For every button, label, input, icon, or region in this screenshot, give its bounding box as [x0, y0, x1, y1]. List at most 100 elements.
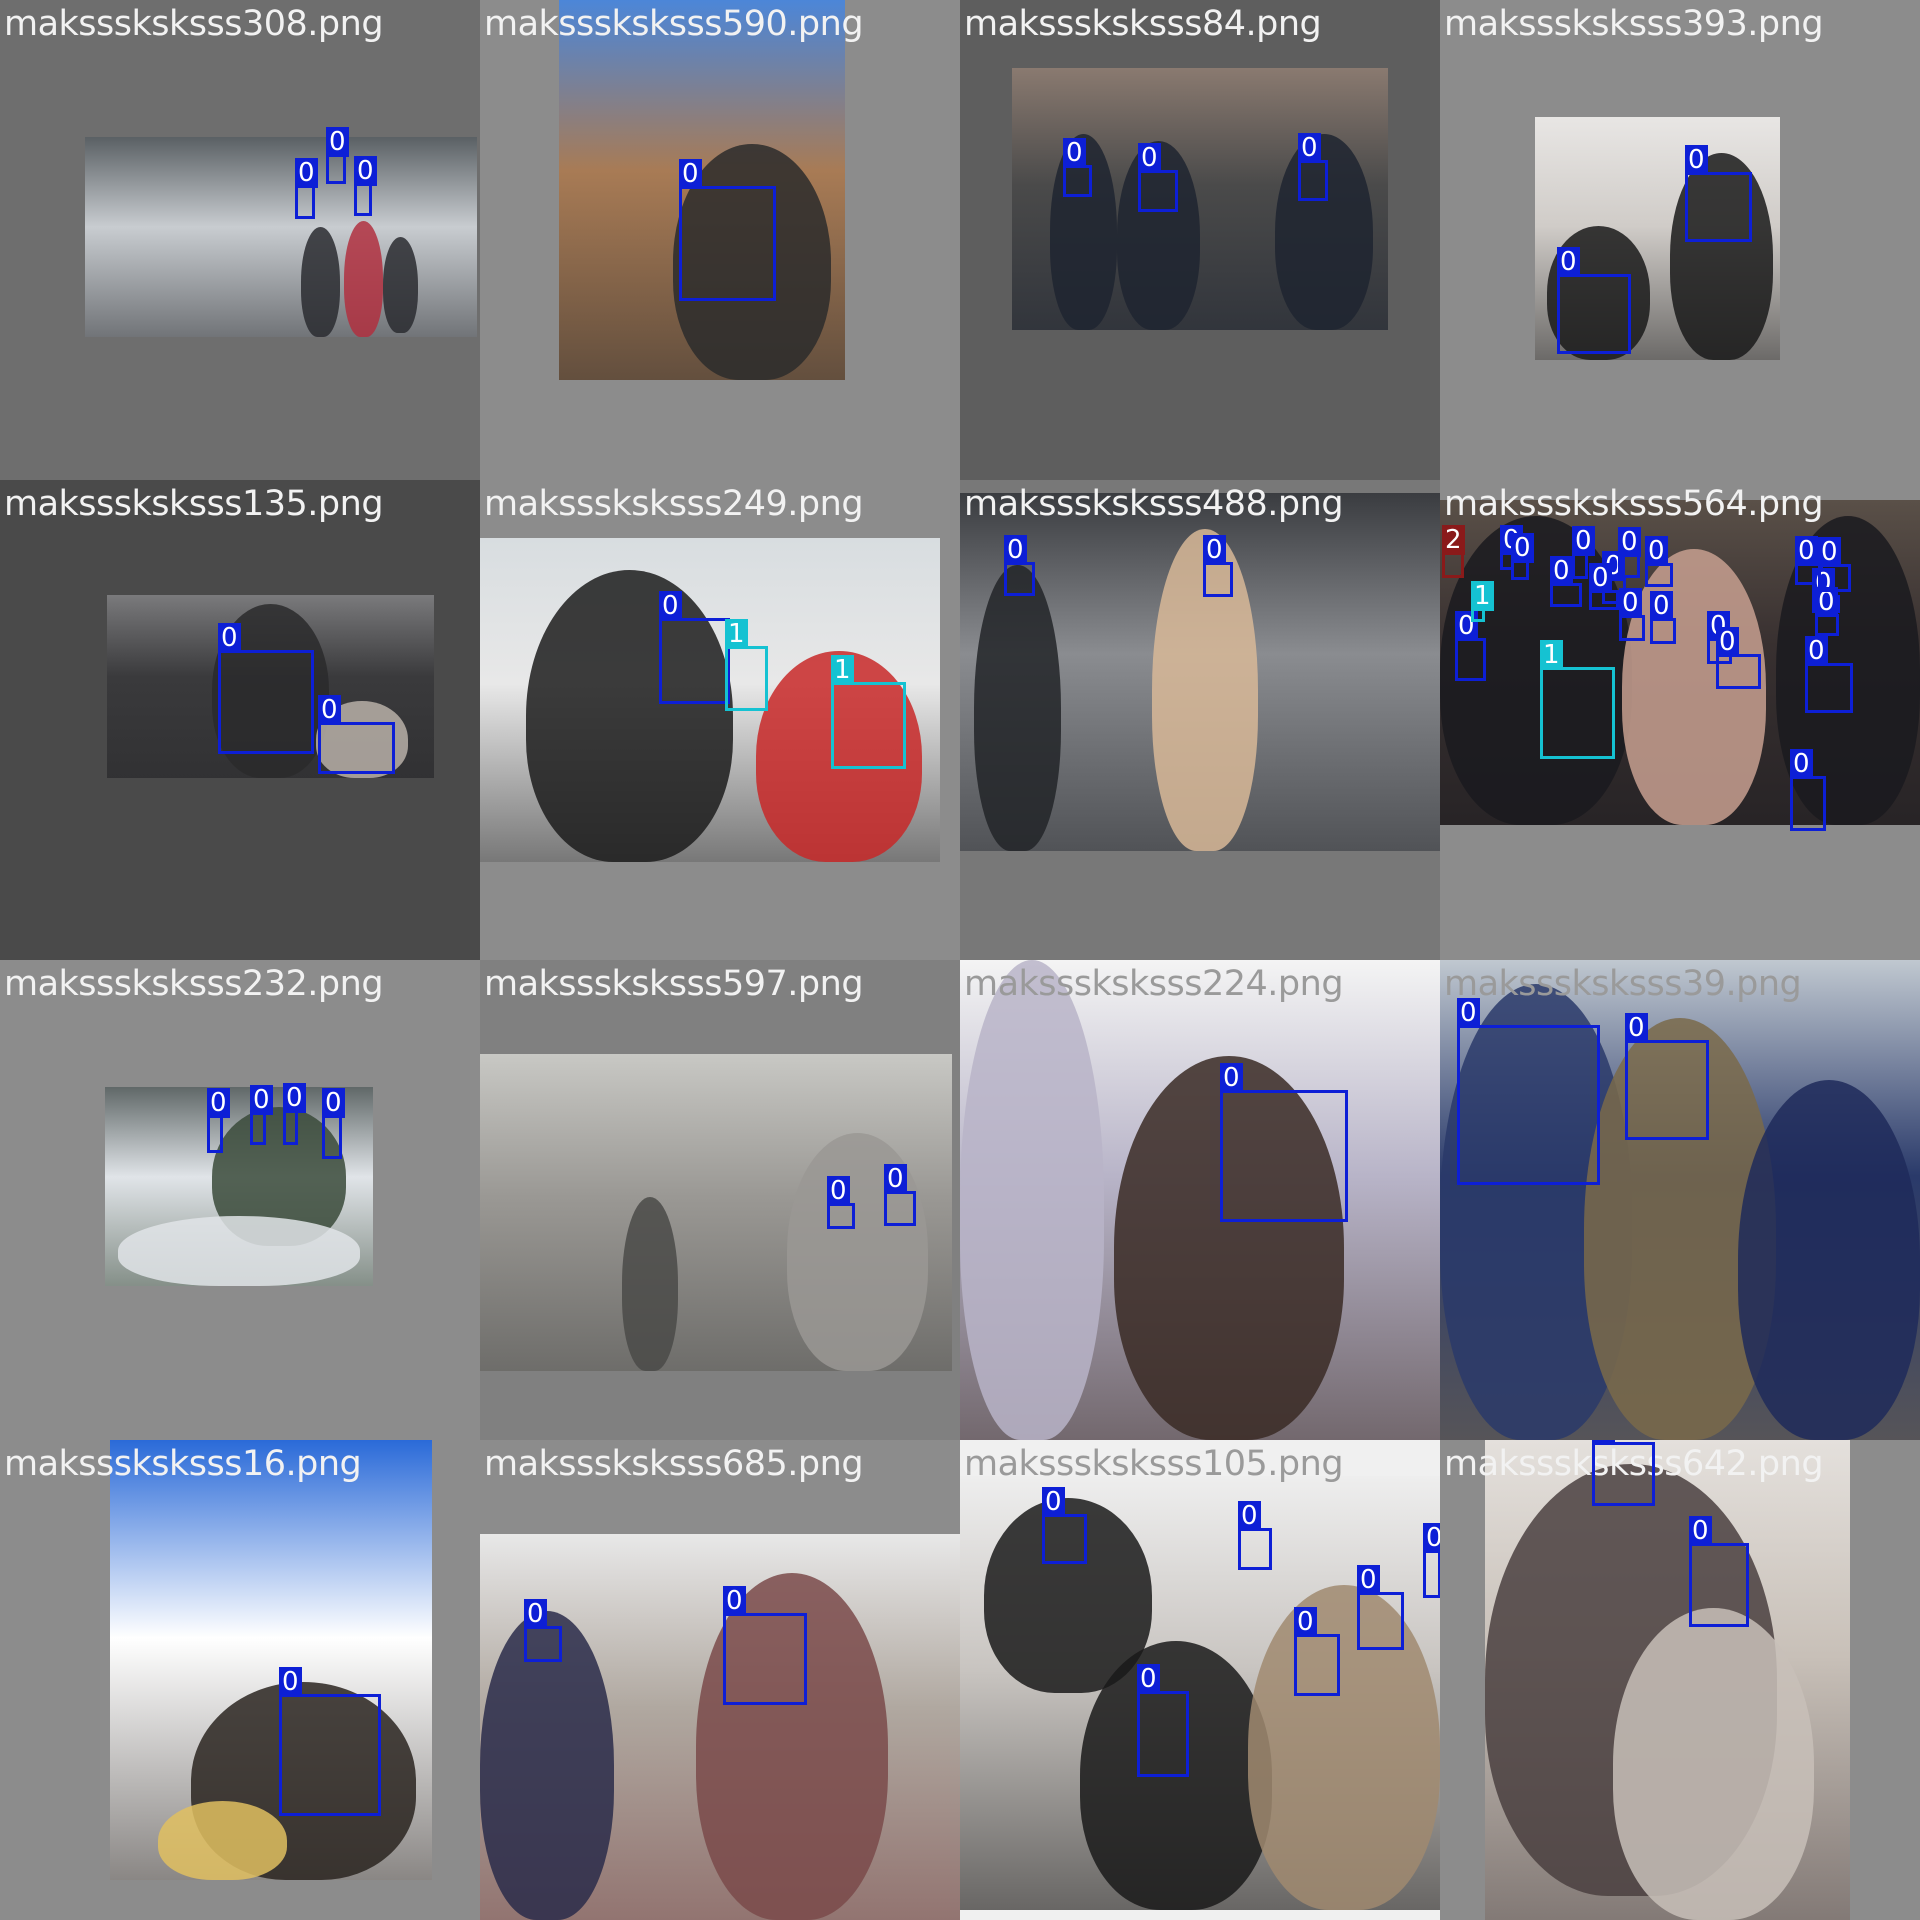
detection-box: 0: [1619, 588, 1645, 641]
person-figure: [526, 570, 733, 862]
detection-box: 0: [884, 1164, 916, 1226]
class-label: 0: [1511, 533, 1534, 563]
detection-box: 0: [1550, 556, 1582, 607]
person-figure: [158, 1800, 288, 1880]
class-label: 1: [1540, 640, 1563, 670]
image-grid: maksssksksss308.png 0 0 0 maksssksksss590.pn…: [0, 0, 1920, 1920]
grid-tile: maksssksksss488.png 0 0: [960, 480, 1440, 960]
grid-tile: maksssksksss590.png 0: [480, 0, 960, 480]
detection-box: 0: [322, 1088, 345, 1159]
class-label: 0: [1294, 1607, 1317, 1637]
detection-box: 0: [679, 159, 776, 301]
detection-box: 2: [1442, 525, 1465, 578]
class-label: 0: [524, 1599, 547, 1629]
photo-background: [85, 137, 477, 227]
person-figure: [1248, 1584, 1440, 1910]
photo-foreground: [85, 227, 477, 337]
photo-thumbnail: [1012, 68, 1388, 330]
class-label: 0: [1220, 1063, 1243, 1093]
person-figure: [1612, 1608, 1814, 1920]
detection-box: 0: [354, 156, 377, 216]
class-label: 0: [659, 591, 682, 621]
grid-tile: maksssksksss39.png 0 0: [1440, 960, 1920, 1440]
detection-box: 1: [1471, 581, 1494, 622]
image-filename: maksssksksss590.png: [484, 4, 864, 44]
class-label: 0: [354, 156, 377, 186]
person-figure: [960, 960, 1104, 1440]
image-filename: maksssksksss488.png: [964, 484, 1344, 524]
class-label: 0: [322, 1088, 345, 1118]
detection-box: 0: [283, 1083, 306, 1145]
class-label: 0: [1238, 1501, 1261, 1531]
image-filename: maksssksksss84.png: [964, 4, 1322, 44]
class-label: 0: [218, 623, 241, 653]
class-label: 0: [1790, 749, 1813, 779]
photo-thumbnail: [960, 493, 1440, 851]
detection-box: 0: [1650, 591, 1676, 644]
detection-box: 1: [831, 655, 906, 769]
detection-box: 0: [1818, 537, 1851, 592]
class-label: 0: [1795, 536, 1818, 566]
class-label: 0: [1138, 143, 1161, 173]
class-label: 0: [1357, 1565, 1380, 1595]
grid-tile: maksssksksss135.png 0 0: [0, 480, 480, 960]
image-filename: maksssksksss393.png: [1444, 4, 1824, 44]
photo-thumbnail: [960, 1476, 1440, 1910]
class-label: 0: [1689, 1516, 1712, 1546]
detection-box: 0: [1790, 749, 1826, 831]
detection-box: 0: [1511, 533, 1534, 580]
detection-box: 0: [1137, 1664, 1189, 1777]
person-figure: [621, 1196, 679, 1371]
detection-box: 0: [1238, 1501, 1272, 1570]
detection-box: 0: [827, 1176, 855, 1229]
image-filename: maksssksksss39.png: [1444, 964, 1802, 1004]
class-label: 0: [207, 1088, 230, 1118]
person-figure: [1737, 1080, 1920, 1440]
detection-box: 0: [1203, 535, 1233, 597]
grid-tile: maksssksksss308.png 0 0 0: [0, 0, 480, 480]
photo-thumbnail: [960, 960, 1440, 1440]
class-label: 0: [1716, 627, 1739, 657]
detection-box: 0: [1063, 138, 1092, 197]
detection-box: 0: [723, 1586, 807, 1705]
class-label: 0: [1203, 535, 1226, 565]
detection-box: 0: [326, 127, 349, 184]
class-label: 1: [725, 619, 748, 649]
detection-box: 0: [1689, 1516, 1749, 1627]
detection-box: 0: [1557, 247, 1631, 354]
class-label: 0: [1004, 535, 1027, 565]
detection-box: 0: [1042, 1487, 1087, 1564]
class-label: 0: [279, 1667, 302, 1697]
class-label: 0: [283, 1083, 306, 1113]
detection-box: 0: [1645, 536, 1673, 587]
photo-thumbnail: [85, 137, 477, 337]
class-label: 2: [1442, 525, 1465, 555]
detection-box: 0: [1455, 611, 1486, 681]
class-label: 1: [831, 655, 854, 685]
detection-box: 0: [524, 1599, 562, 1662]
detection-box: 0: [207, 1088, 230, 1153]
detection-box: 0: [218, 623, 314, 754]
grid-tile: maksssksksss224.png 0: [960, 960, 1440, 1440]
class-label: 0: [723, 1586, 746, 1616]
grid-tile: maksssksksss16.png 0: [0, 1440, 480, 1920]
class-label: 0: [1619, 588, 1642, 618]
grid-tile: maksssksksss84.png 0 0 0: [960, 0, 1440, 480]
detection-box: 0: [318, 695, 395, 774]
detection-box: 0: [1716, 627, 1761, 689]
grid-tile: maksssksksss105.png 0 0 0 0 0 0: [960, 1440, 1440, 1920]
class-label: 0: [1818, 537, 1841, 567]
detection-box: 0: [1592, 1440, 1655, 1506]
image-filename: maksssksksss685.png: [484, 1444, 864, 1484]
class-label: 0: [1550, 556, 1573, 586]
image-filename: maksssksksss597.png: [484, 964, 864, 1004]
class-label: 0: [1063, 138, 1086, 168]
class-label: 0: [318, 695, 341, 725]
photo-thumbnail: [1485, 1440, 1850, 1920]
grid-tile: maksssksksss685.png 0 0: [480, 1440, 960, 1920]
detection-box: 0: [1004, 535, 1035, 596]
grid-tile: maksssksksss393.png 0 0: [1440, 0, 1920, 480]
detection-box: 0: [1685, 145, 1752, 242]
class-label: 0: [1618, 527, 1641, 557]
detection-box: 0: [1298, 133, 1328, 201]
